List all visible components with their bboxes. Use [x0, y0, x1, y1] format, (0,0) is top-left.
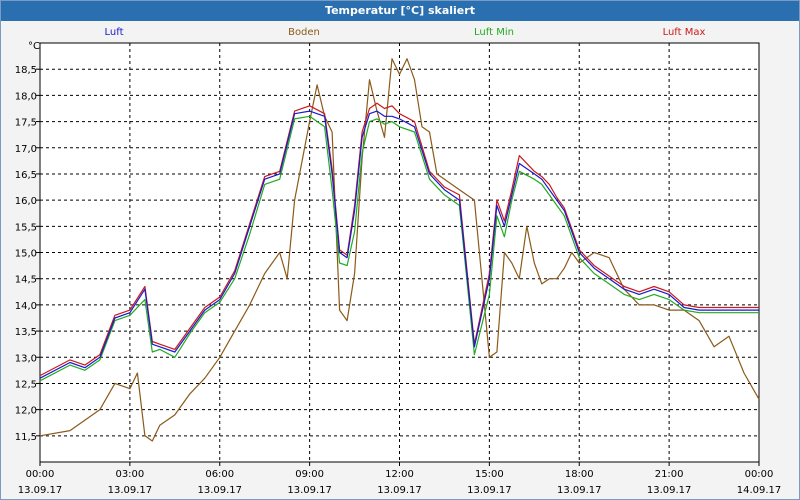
x-tick-date-label: 13.09.17 [18, 485, 63, 496]
legend-item-boden: Boden [288, 27, 320, 38]
y-tick-label: 18,5 [15, 65, 37, 76]
x-tick-time-label: 15:00 [475, 469, 504, 480]
y-tick-label: 12,5 [15, 379, 37, 390]
chart-legend: Luft Boden Luft Min Luft Max [105, 27, 706, 38]
y-tick-label: 16,5 [15, 170, 37, 181]
y-tick-label: 17,0 [15, 144, 37, 155]
y-tick-label: 14,5 [15, 275, 37, 286]
x-tick-time-label: 00:00 [26, 469, 55, 480]
x-tick-time-label: 00:00 [745, 469, 774, 480]
y-tick-label: 15,5 [15, 222, 37, 233]
x-tick-date-label: 13.09.17 [557, 485, 602, 496]
x-tick-time-label: 12:00 [385, 469, 414, 480]
y-tick-label: 14,0 [15, 301, 37, 312]
chart-title: Temperatur [°C] skaliert [1, 1, 799, 21]
y-axis-unit-label: °C [28, 41, 40, 52]
y-tick-label: 13,5 [15, 327, 37, 338]
y-tick-label: 11,5 [15, 432, 37, 443]
x-tick-date-label: 14.09.17 [737, 485, 782, 496]
x-tick-date-label: 13.09.17 [647, 485, 692, 496]
chart-window: Temperatur [°C] skaliert Luft Boden Luft M… [0, 0, 800, 500]
legend-item-luft-max: Luft Max [663, 27, 706, 38]
chart-svg: Luft Boden Luft Min Luft Max °C 18,5 18,0 17,… [15, 27, 782, 496]
legend-item-luft: Luft [105, 27, 124, 38]
x-tick-time-label: 03:00 [115, 469, 144, 480]
y-tick-label: 17,5 [15, 118, 37, 129]
y-tick-label: 18,0 [15, 91, 37, 102]
x-tick-time-label: 21:00 [655, 469, 684, 480]
x-axis-ticks: 00:00 13.09.17 03:00 13.09.17 06:00 13.09.17 0… [18, 462, 782, 496]
x-tick-date-label: 13.09.17 [108, 485, 153, 496]
x-tick-date-label: 13.09.17 [287, 485, 332, 496]
x-tick-date-label: 13.09.17 [377, 485, 422, 496]
x-tick-date-label: 13.09.17 [197, 485, 242, 496]
y-tick-label: 16,0 [15, 196, 37, 207]
x-tick-time-label: 18:00 [565, 469, 594, 480]
legend-item-luft-min: Luft Min [474, 27, 514, 38]
x-tick-time-label: 09:00 [295, 469, 324, 480]
y-tick-label: 13,0 [15, 353, 37, 364]
y-tick-label: 12,0 [15, 406, 37, 417]
y-tick-label: 15,0 [15, 249, 37, 260]
x-tick-date-label: 13.09.17 [467, 485, 512, 496]
y-axis-ticks: 18,5 18,0 17,5 17,0 16,5 16,0 15,5 15,0 14,5 14,0… [15, 65, 40, 443]
x-tick-time-label: 06:00 [205, 469, 234, 480]
